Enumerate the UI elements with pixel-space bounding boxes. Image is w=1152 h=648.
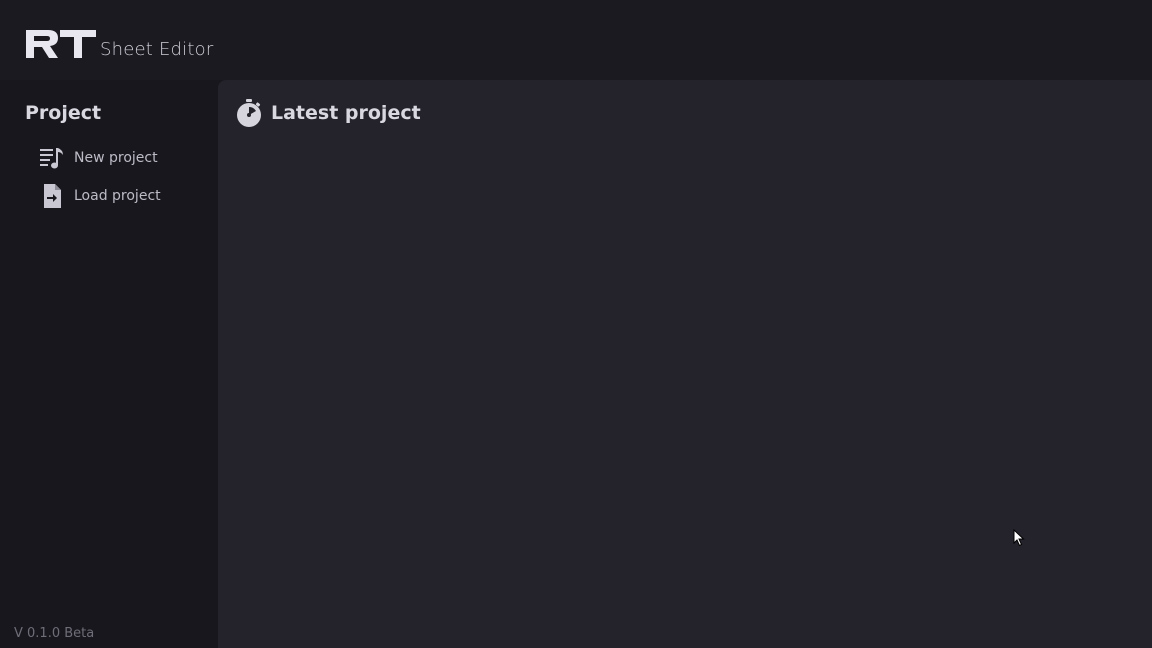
- latest-project-header: Latest project: [235, 98, 421, 128]
- mouse-cursor-icon: [1013, 529, 1025, 547]
- rt-logo-icon: [26, 30, 96, 58]
- top-bar: Sheet Editor: [0, 0, 1152, 80]
- file-import-icon: [38, 182, 66, 210]
- app-name: Sheet Editor: [100, 39, 214, 60]
- sidebar-title: Project: [25, 102, 102, 124]
- version-label: V 0.1.0 Beta: [14, 626, 95, 641]
- load-project-label: Load project: [74, 188, 161, 204]
- load-project-button[interactable]: Load project: [38, 181, 161, 211]
- sidebar: Project New project Load project V 0.1.0…: [0, 80, 218, 648]
- app-window: Sheet Editor Project New project Load pr…: [0, 0, 1152, 648]
- stopwatch-icon: [235, 98, 263, 128]
- app-logo: Sheet Editor: [24, 26, 213, 62]
- new-project-label: New project: [74, 150, 158, 166]
- new-project-button[interactable]: New project: [38, 143, 158, 173]
- main-panel: Latest project: [218, 80, 1152, 648]
- main-title: Latest project: [271, 102, 421, 124]
- music-list-icon: [38, 144, 66, 172]
